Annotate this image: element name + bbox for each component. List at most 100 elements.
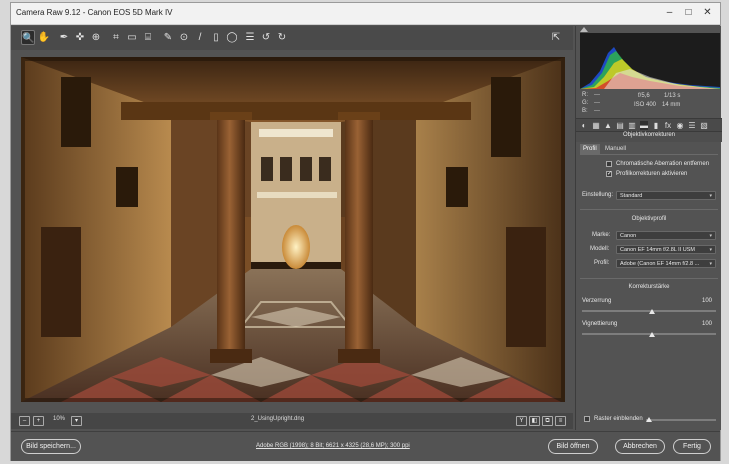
crop-icon: ⌗ [113,32,119,43]
grid-size-slider-track[interactable] [646,419,716,421]
close-button[interactable]: ✕ [702,7,713,18]
swap-settings-button[interactable]: ⧉ [542,416,553,426]
presets-icon: ☰ [688,121,696,130]
tab-hsl[interactable]: ▤ [616,121,624,130]
aperture-value: f/5,6 [638,93,650,99]
profile-corrections-checkbox[interactable]: ✓ [606,171,612,177]
adjustment-brush-tool-button[interactable]: / [193,30,207,45]
view-options-button[interactable]: ≡ [555,416,566,426]
zoom-out-button[interactable]: – [19,416,30,426]
export-icon: ⇱ [551,32,561,43]
title-bar: Camera Raw 9.12 - Canon EOS 5D Mark IV –… [11,3,720,25]
window-title: Camera Raw 9.12 - Canon EOS 5D Mark IV [16,8,173,17]
show-grid-checkbox[interactable] [584,416,590,422]
chromatic-aberration-label: Chromatische Aberration entfernen [616,161,710,167]
rotate-right-icon: ↻ [277,32,287,43]
toolbar: 🔍 ✋ ✒ ✜ ⊕ ⌗ ▭ ⌸ ✎ ⊙ / ▯ ◯ ☰ ↺ ↻ ⇱ [11,26,573,50]
tab-presets[interactable]: ☰ [688,121,696,130]
adjustments-panel: R: --- G: --- B: --- f/5,6 1/13 s ISO 40… [575,26,722,430]
distortion-value[interactable]: 100 [698,298,712,304]
split-toning-icon: ▥ [628,121,636,130]
zoom-menu-button[interactable]: ▾ [71,416,82,426]
radial-filter-tool-button[interactable]: ◯ [225,30,239,45]
tab-split-toning[interactable]: ▥ [628,121,636,130]
camera-raw-window: Camera Raw 9.12 - Canon EOS 5D Mark IV –… [10,2,722,461]
fullscreen-button[interactable]: ⇱ [549,30,563,45]
image-preview[interactable] [21,57,565,402]
white-balance-tool-button[interactable]: ✒ [57,30,71,45]
maximize-button[interactable]: □ [683,7,694,18]
setup-label: Einstellung: [582,192,614,198]
workflow-options-link[interactable]: Adobe RGB (1998); 8 Bit; 6621 x 4325 (28… [256,443,410,449]
distortion-slider-thumb[interactable] [649,309,655,314]
lens-profile-heading: Objektivprofil [631,216,667,222]
view-toggle-y-button[interactable]: Y [516,416,527,426]
snapshots-icon: ▧ [700,121,708,130]
hand-tool-button[interactable]: ✋ [37,30,51,45]
cancel-button[interactable]: Abbrechen [615,439,665,454]
crop-tool-button[interactable]: ⌗ [109,30,123,45]
setup-value: Standard [620,193,643,199]
chromatic-aberration-checkbox[interactable] [606,161,612,167]
rotate-right-button[interactable]: ↻ [275,30,289,45]
preferences-button[interactable]: ☰ [243,30,257,45]
preferences-icon: ☰ [245,32,255,43]
save-image-button[interactable]: Bild speichern... [21,439,81,454]
detail-icon: ▲ [604,121,612,130]
straighten-tool-button[interactable]: ▭ [125,30,139,45]
distortion-label: Verzerrung [582,298,612,304]
tab-camera-calibration[interactable]: ◉ [676,121,684,130]
tab-basic[interactable]: ◐ [580,121,588,130]
setup-select[interactable]: Standard ▾ [616,191,716,200]
zoom-icon: 🔍 [22,33,35,44]
color-sampler-icon: ✜ [75,32,85,43]
chevron-down-icon: ▾ [74,418,78,424]
hsl-icon: ▤ [616,121,624,130]
lens-icon: ▬ [640,121,648,130]
zoom-in-button[interactable]: + [33,416,44,426]
graduated-filter-icon: ▯ [213,32,219,43]
color-sampler-tool-button[interactable]: ✜ [73,30,87,45]
grid-size-slider-thumb[interactable] [646,417,652,422]
grid-overlay-row: Raster einblenden [576,413,722,425]
shadow-clipping-icon[interactable] [580,27,588,32]
spot-removal-tool-button[interactable]: ✎ [161,30,175,45]
open-image-button[interactable]: Bild öffnen [548,439,598,454]
minimize-button[interactable]: – [664,7,675,18]
tab-profile[interactable]: Profil [580,144,600,154]
camera-icon: ◉ [676,121,684,130]
targeted-adjust-tool-button[interactable]: ⊕ [89,30,103,45]
before-after-button[interactable]: ◧ [529,416,540,426]
white-balance-icon: ✒ [59,32,69,43]
vignetting-slider-thumb[interactable] [649,332,655,337]
r-value: --- [594,92,600,98]
rgb-readout: R: --- G: --- B: --- f/5,6 1/13 s ISO 40… [576,89,722,117]
zoom-tool-button[interactable]: 🔍 [21,30,35,45]
transform-icon: ⌸ [145,32,151,43]
rotate-left-button[interactable]: ↺ [259,30,273,45]
profile-select[interactable]: Adobe (Canon EF 14mm f/2.8 ... ▾ [616,259,716,268]
show-grid-label: Raster einblenden [594,416,643,422]
make-select[interactable]: Canon ▾ [616,231,716,240]
tab-detail[interactable]: ▲ [604,121,612,130]
tab-lens-corrections[interactable]: ▬ [640,121,648,130]
graduated-filter-tool-button[interactable]: ▯ [209,30,223,45]
tab-transform[interactable]: ▮ [652,121,660,130]
histogram [580,27,720,89]
vignetting-value[interactable]: 100 [698,321,712,327]
model-label: Modell: [590,246,610,252]
red-eye-tool-button[interactable]: ⊙ [177,30,191,45]
model-value: Canon EF 14mm f/2.8L II USM [620,247,695,253]
tab-tone-curve[interactable]: ▦ [592,121,600,130]
tab-snapshots[interactable]: ▧ [700,121,708,130]
panel-title: Objektivkorrekturen [576,132,722,142]
zoom-level[interactable]: 10% [53,416,65,422]
section-divider [580,209,718,210]
tab-effects[interactable]: fx [664,121,672,130]
transform-tool-button[interactable]: ⌸ [141,30,155,45]
model-select[interactable]: Canon EF 14mm f/2.8L II USM ▾ [616,245,716,254]
done-button[interactable]: Fertig [673,439,711,454]
tab-manual[interactable]: Manuell [602,144,629,154]
profile-select-label: Profil: [594,260,610,266]
straighten-icon: ▭ [127,32,137,43]
